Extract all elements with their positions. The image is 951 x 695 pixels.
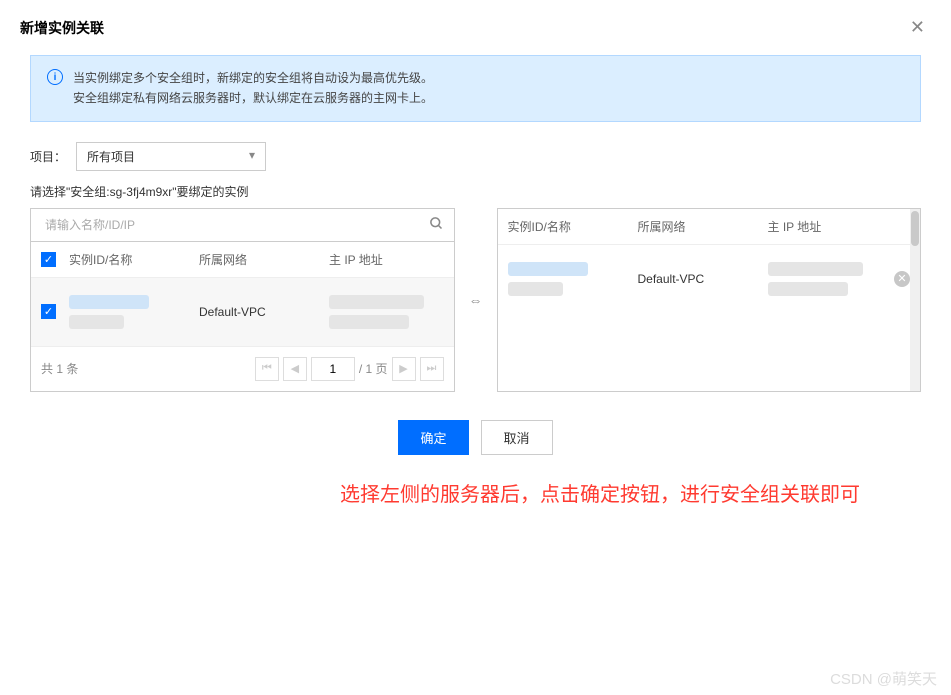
instance-name-redacted	[69, 315, 124, 329]
info-line-2: 安全组绑定私有网络云服务器时，默认绑定在云服务器的主网卡上。	[73, 88, 433, 108]
row-network-r: Default-VPC	[638, 272, 768, 286]
col-id-header: 实例ID/名称	[69, 251, 199, 268]
search-icon[interactable]	[429, 216, 444, 234]
info-line-1: 当实例绑定多个安全组时，新绑定的安全组将自动设为最高优先级。	[73, 68, 433, 88]
instance-name-redacted-r	[508, 282, 563, 296]
instance-id-redacted-r	[508, 262, 588, 276]
project-select[interactable]: 所有项目	[76, 142, 266, 171]
search-input[interactable]	[41, 209, 429, 241]
remove-icon[interactable]: ✕	[894, 271, 910, 287]
close-icon[interactable]: ✕	[904, 15, 931, 40]
row-network: Default-VPC	[199, 305, 329, 319]
bind-instruction: 请选择"安全组:sg-3fj4m9xr"要绑定的实例	[30, 183, 921, 200]
ip-redacted-r	[768, 262, 863, 276]
project-label: 项目：	[30, 148, 66, 165]
select-all-checkbox[interactable]: ✓	[41, 252, 56, 267]
row-checkbox[interactable]: ✓	[41, 304, 56, 319]
page-last-button[interactable]: ⏭	[420, 357, 444, 381]
pagination-total: 共 1 条	[41, 360, 78, 377]
pagination: 共 1 条 ⏮ ◀ / 1 页 ▶ ⏭	[31, 346, 454, 391]
info-icon: i	[47, 69, 63, 85]
scrollbar[interactable]	[910, 209, 920, 391]
instance-id-redacted	[69, 295, 149, 309]
col-network-header-r: 所属网络	[638, 218, 768, 235]
table-row[interactable]: ✓ Default-VPC	[31, 278, 454, 346]
info-text: 当实例绑定多个安全组时，新绑定的安全组将自动设为最高优先级。 安全组绑定私有网络…	[73, 68, 433, 109]
confirm-button[interactable]: 确定	[398, 420, 468, 455]
annotation-text: 选择左侧的服务器后，点击确定按钮，进行安全组关联即可	[340, 478, 860, 507]
table-row: Default-VPC ✕	[498, 245, 921, 313]
target-table-header: 实例ID/名称 所属网络 主 IP 地址	[498, 209, 921, 245]
page-prev-button[interactable]: ◀	[283, 357, 307, 381]
modal-title: 新增实例关联	[20, 18, 104, 38]
page-suffix: / 1 页	[359, 360, 388, 377]
source-panel: ✓ 实例ID/名称 所属网络 主 IP 地址 ✓ Default-VPC 共 1…	[30, 208, 455, 392]
page-input[interactable]	[311, 357, 355, 381]
target-panel: 实例ID/名称 所属网络 主 IP 地址 Default-VPC	[497, 208, 922, 392]
info-banner: i 当实例绑定多个安全组时，新绑定的安全组将自动设为最高优先级。 安全组绑定私有…	[30, 55, 921, 122]
col-ip-header: 主 IP 地址	[329, 251, 444, 268]
cancel-button[interactable]: 取消	[481, 420, 553, 455]
ip-redacted	[329, 295, 424, 309]
ip-redacted-r2	[768, 282, 848, 296]
col-network-header: 所属网络	[199, 251, 329, 268]
watermark: CSDN @萌笑天	[830, 668, 937, 689]
project-selected-value: 所有项目	[87, 150, 135, 164]
swap-icon: ⇔	[465, 288, 487, 312]
col-id-header-r: 实例ID/名称	[508, 218, 638, 235]
ip-redacted-2	[329, 315, 409, 329]
page-first-button[interactable]: ⏮	[255, 357, 279, 381]
col-ip-header-r: 主 IP 地址	[768, 218, 875, 235]
page-next-button[interactable]: ▶	[392, 357, 416, 381]
source-table-header: ✓ 实例ID/名称 所属网络 主 IP 地址	[31, 242, 454, 278]
